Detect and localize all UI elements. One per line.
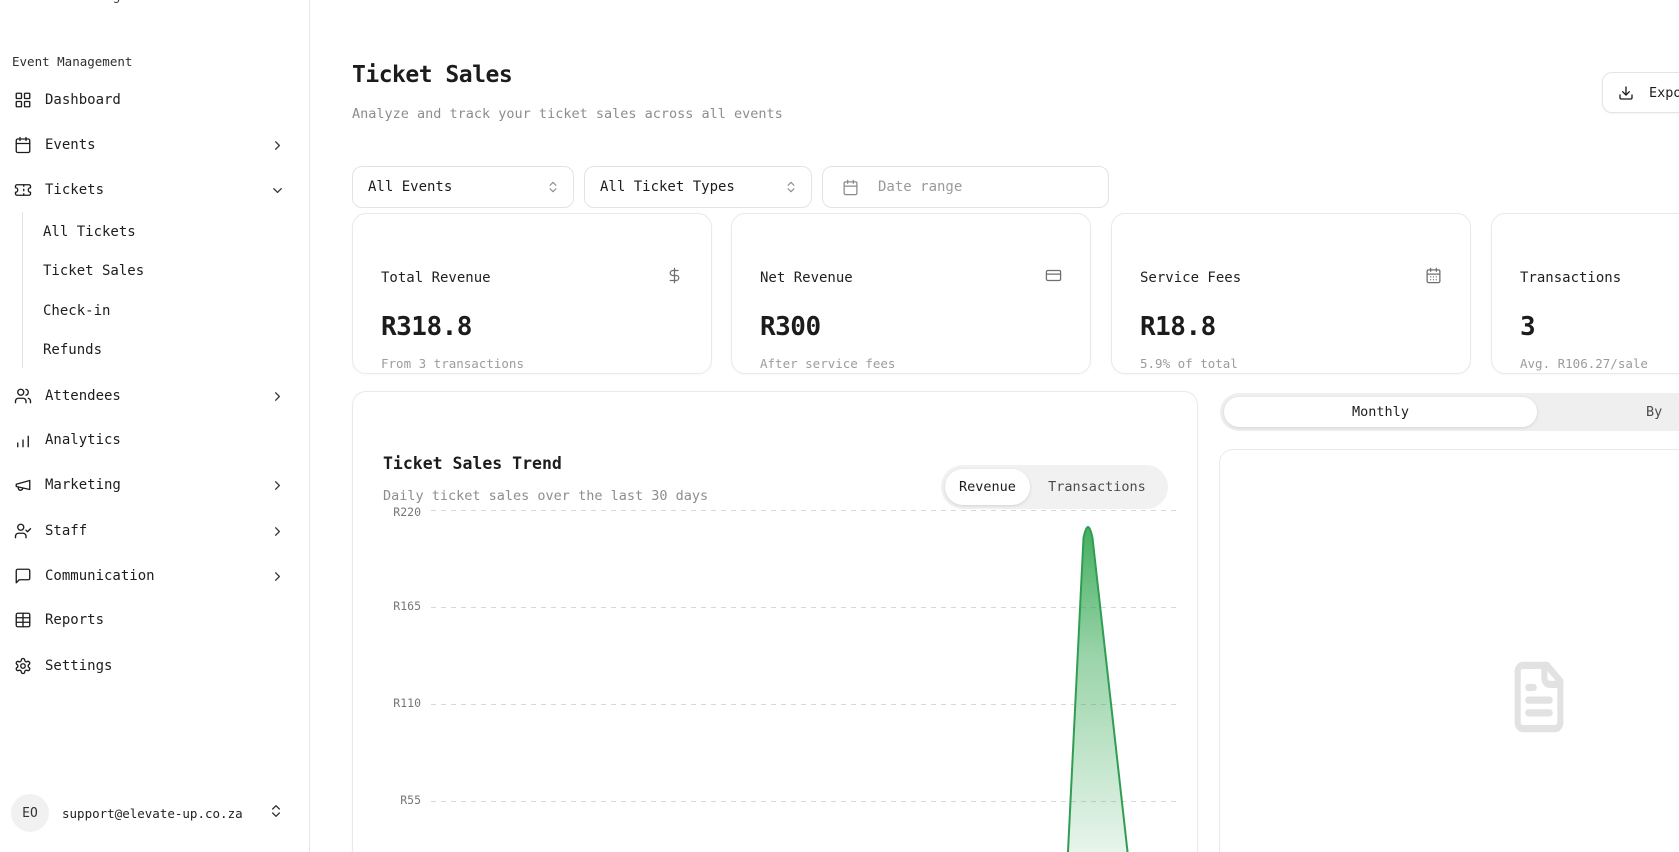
user-email: support@elevate-up.co.za: [62, 806, 243, 821]
stat-value: R300: [760, 312, 821, 342]
date-range-placeholder: Date range: [878, 179, 962, 195]
sidebar-item-label: Staff: [45, 523, 87, 539]
chevrons-up-down-icon: [784, 180, 798, 194]
sidebar-item-analytics[interactable]: Analytics: [14, 420, 299, 460]
net-revenue-card: Net Revenue R300 After service fees: [731, 213, 1091, 374]
subitem-label: All Tickets: [43, 224, 136, 240]
stat-subtext: Avg. R106.27/sale: [1520, 356, 1648, 371]
sidebar-user-menu[interactable]: EO support@elevate-up.co.za: [0, 776, 310, 852]
sidebar-item-settings[interactable]: Settings: [14, 646, 299, 686]
megaphone-icon: [14, 476, 32, 494]
sidebar-item-marketing[interactable]: Marketing: [14, 465, 299, 505]
breakdown-period-toggle: Monthly By: [1220, 393, 1679, 431]
file-text-icon: [1507, 659, 1571, 735]
sidebar-item-dashboard[interactable]: Dashboard: [14, 80, 299, 120]
user-check-icon: [14, 522, 32, 540]
sidebar-item-communication[interactable]: Communication: [14, 556, 299, 596]
sidebar-item-label: Marketing: [45, 477, 121, 493]
chevron-right-icon: [270, 389, 285, 404]
chevrons-up-down-icon: [268, 803, 284, 819]
subitem-label: Check-in: [43, 303, 110, 319]
sidebar-item-staff[interactable]: Staff: [14, 511, 299, 551]
chevron-right-icon: [270, 478, 285, 493]
sidebar-item-events[interactable]: Events: [14, 125, 299, 165]
sidebar: Event Organizer Event Management Dashboa…: [0, 0, 310, 852]
sidebar-item-label: Communication: [45, 568, 155, 584]
breakdown-panel-card: [1219, 449, 1679, 852]
sidebar-item-label: Attendees: [45, 388, 121, 404]
sidebar-item-label: Tickets: [45, 182, 104, 198]
stat-subtext: From 3 transactions: [381, 356, 524, 371]
export-button-label: Export: [1649, 85, 1679, 101]
sidebar-subitem-ticket-sales[interactable]: Ticket Sales: [43, 256, 144, 286]
date-range-picker[interactable]: Date range: [822, 166, 1109, 208]
stat-label: Transactions: [1520, 270, 1621, 286]
sidebar-item-reports[interactable]: Reports: [14, 600, 299, 640]
sidebar-item-tickets[interactable]: Tickets: [14, 170, 299, 210]
subitem-label: Refunds: [43, 342, 102, 358]
avatar-initials: EO: [22, 806, 38, 821]
event-filter-select[interactable]: All Events: [352, 166, 574, 208]
sidebar-item-label: Reports: [45, 612, 104, 628]
service-fees-card: Service Fees R18.8 5.9% of total: [1111, 213, 1471, 374]
sidebar-subitem-check-in[interactable]: Check-in: [43, 296, 110, 326]
chevron-right-icon: [270, 569, 285, 584]
chevrons-up-down-icon: [546, 180, 560, 194]
transactions-card: Transactions 3 Avg. R106.27/sale: [1491, 213, 1679, 374]
total-revenue-card: Total Revenue R318.8 From 3 transactions: [352, 213, 712, 374]
stat-value: R318.8: [381, 312, 472, 342]
ticket-sales-page: { "sidebar": { "org_name": "Event Organi…: [0, 0, 1679, 852]
bar-chart-icon: [14, 431, 32, 449]
message-square-icon: [14, 567, 32, 585]
stat-label: Total Revenue: [381, 270, 491, 286]
org-name: Event Organizer: [50, 0, 167, 4]
export-button[interactable]: Export: [1602, 72, 1679, 113]
layout-grid-icon: [14, 91, 32, 109]
sidebar-item-attendees[interactable]: Attendees: [14, 376, 299, 416]
stat-value: 3: [1520, 312, 1535, 342]
ticket-icon: [14, 181, 32, 199]
tab-monthly[interactable]: Monthly: [1224, 397, 1537, 427]
ticket-sales-trend-card: Ticket Sales Trend Daily ticket sales ov…: [352, 391, 1198, 852]
calendar-icon: [842, 179, 859, 196]
sidebar-item-label: Settings: [45, 658, 112, 674]
dollar-sign-icon: [666, 267, 683, 284]
credit-card-icon: [1045, 267, 1062, 284]
sidebar-section-label: Event Management: [12, 54, 132, 69]
ticket-type-filter-select[interactable]: All Ticket Types: [584, 166, 812, 208]
gear-icon: [14, 657, 32, 675]
stat-value: R18.8: [1140, 312, 1216, 342]
calendar-icon: [14, 136, 32, 154]
page-subtitle: Analyze and track your ticket sales acro…: [352, 106, 783, 122]
table-icon: [14, 611, 32, 629]
sidebar-subitem-refunds[interactable]: Refunds: [43, 335, 102, 365]
ticket-type-filter-value: All Ticket Types: [600, 179, 735, 195]
calendar-days-icon: [1425, 267, 1442, 284]
stat-label: Net Revenue: [760, 270, 853, 286]
stat-subtext: 5.9% of total: [1140, 356, 1238, 371]
chevron-right-icon: [270, 524, 285, 539]
sidebar-subitem-all-tickets[interactable]: All Tickets: [43, 217, 136, 247]
users-icon: [14, 387, 32, 405]
event-filter-value: All Events: [368, 179, 452, 195]
submenu-indent-line: [22, 212, 23, 368]
chevron-down-icon: [270, 183, 285, 198]
sidebar-item-label: Dashboard: [45, 92, 121, 108]
sidebar-item-label: Analytics: [45, 432, 121, 448]
page-title: Ticket Sales: [352, 62, 512, 88]
avatar: EO: [11, 794, 49, 832]
download-icon: [1618, 85, 1634, 101]
tab-by[interactable]: By: [1646, 393, 1662, 431]
subitem-label: Ticket Sales: [43, 263, 144, 279]
stat-label: Service Fees: [1140, 270, 1241, 286]
stat-subtext: After service fees: [760, 356, 895, 371]
sidebar-item-label: Events: [45, 137, 96, 153]
revenue-area-spike: [353, 392, 1199, 852]
chevron-right-icon: [270, 138, 285, 153]
